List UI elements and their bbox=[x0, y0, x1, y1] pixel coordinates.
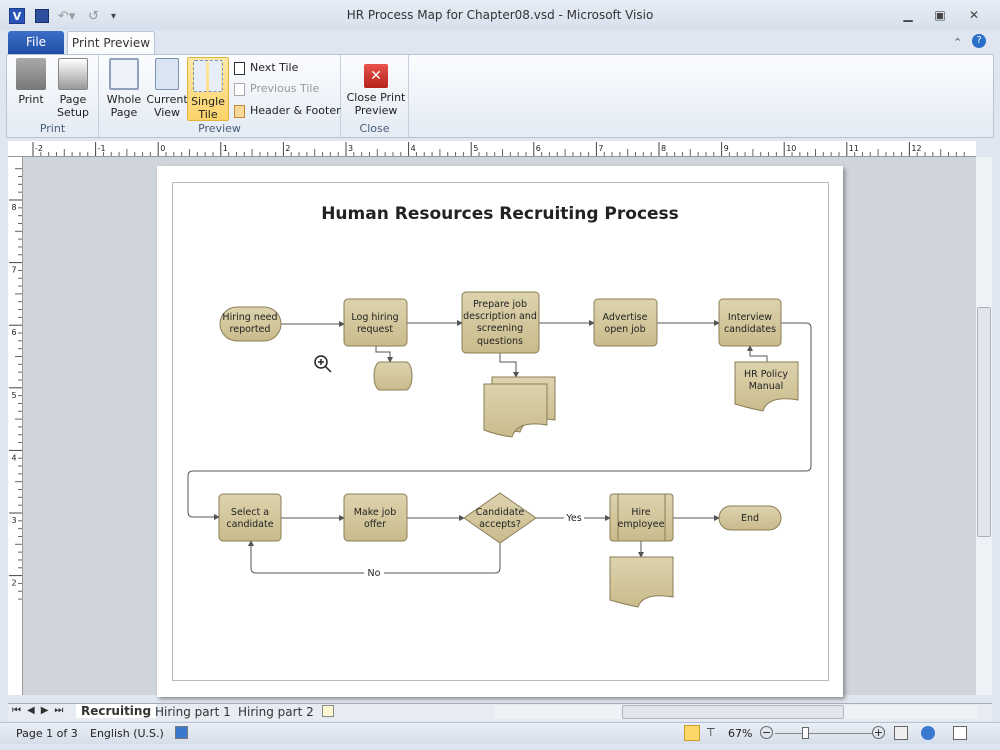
fit-page-icon[interactable] bbox=[894, 726, 908, 740]
shape-text: Log hiring bbox=[351, 312, 398, 323]
zoom-slider-thumb[interactable] bbox=[802, 727, 809, 739]
shape-text: request bbox=[357, 324, 393, 335]
shape-text: description and bbox=[463, 311, 537, 322]
zoom-slider[interactable] bbox=[775, 733, 873, 734]
yes-label: Yes bbox=[565, 513, 581, 524]
horizontal-scroll-thumb[interactable] bbox=[622, 705, 844, 719]
ruler-label: 10 bbox=[786, 144, 796, 153]
shape-text: accepts? bbox=[479, 519, 521, 530]
ruler-label: 8 bbox=[661, 144, 666, 153]
ruler-label: 5 bbox=[11, 391, 16, 400]
ruler-label: 12 bbox=[911, 144, 921, 153]
decision-candidate-accepts[interactable] bbox=[463, 492, 537, 544]
connector bbox=[747, 345, 768, 362]
sheet-tab-hiring-part-2[interactable]: Hiring part 2 bbox=[238, 705, 314, 719]
pan-zoom-icon[interactable] bbox=[921, 726, 935, 740]
connector bbox=[499, 353, 519, 378]
shape-text: End bbox=[741, 513, 759, 524]
shape-text: questions bbox=[477, 336, 523, 347]
ruler-label: 6 bbox=[11, 328, 16, 337]
full-screen-icon[interactable] bbox=[684, 725, 700, 741]
presentation-mode-icon[interactable]: ⊤ bbox=[706, 726, 716, 739]
diagram-title: Human Resources Recruiting Process bbox=[321, 204, 679, 224]
sheet-tab-recruiting[interactable]: Recruiting bbox=[76, 704, 157, 718]
ruler-label: 1 bbox=[223, 144, 228, 153]
multi-document-shape[interactable] bbox=[483, 383, 548, 438]
shape-text: open job bbox=[604, 324, 645, 335]
ruler-label: 7 bbox=[598, 144, 603, 153]
language-indicator[interactable]: English (U.S.) bbox=[90, 727, 164, 740]
shape-text: offer bbox=[364, 519, 386, 530]
insert-page-icon[interactable] bbox=[322, 705, 334, 717]
ruler-label: 11 bbox=[849, 144, 859, 153]
ruler-label: 0 bbox=[160, 144, 165, 153]
ruler-label: -1 bbox=[98, 144, 106, 153]
diagram: Human Resources Recruiting Process Hirin… bbox=[9, 142, 965, 608]
ruler-label: 2 bbox=[285, 144, 290, 153]
no-label: No bbox=[368, 568, 381, 579]
zoom-out-button[interactable]: − bbox=[760, 726, 773, 739]
shape-text: reported bbox=[230, 324, 271, 335]
ruler-label: 9 bbox=[724, 144, 729, 153]
shape-text: Candidate bbox=[476, 507, 525, 518]
ruler-label: 3 bbox=[348, 144, 353, 153]
document-shape-hire[interactable] bbox=[609, 556, 674, 608]
ruler-label: -2 bbox=[35, 144, 43, 153]
shape-text: Make job bbox=[354, 507, 397, 518]
shape-text: Prepare job bbox=[473, 299, 527, 310]
connector bbox=[375, 346, 393, 363]
shape-text: screening bbox=[477, 323, 523, 334]
shape-text: Select a bbox=[231, 507, 269, 518]
zoom-in-button[interactable]: + bbox=[872, 726, 885, 739]
ruler-label: 2 bbox=[11, 579, 16, 588]
shape-text: employee bbox=[618, 519, 665, 530]
page-indicator[interactable]: Page 1 of 3 bbox=[16, 727, 78, 740]
stored-data-shape[interactable] bbox=[373, 361, 413, 391]
shape-text: Advertise bbox=[603, 312, 648, 323]
sheet-tab-hiring-part-1[interactable]: Hiring part 1 bbox=[155, 705, 231, 719]
macro-icon[interactable] bbox=[175, 726, 188, 739]
ruler-label: 4 bbox=[11, 453, 16, 462]
switch-windows-icon[interactable] bbox=[953, 726, 967, 740]
shape-text: Manual bbox=[749, 381, 784, 392]
ruler-label: 6 bbox=[536, 144, 541, 153]
shape-text: candidate bbox=[226, 519, 273, 530]
ruler-label: 3 bbox=[11, 516, 16, 525]
ruler-label: 8 bbox=[11, 203, 16, 212]
shape-text: Hiring need bbox=[222, 312, 277, 323]
ruler-label: 7 bbox=[11, 266, 16, 275]
shape-text: Hire bbox=[631, 507, 650, 518]
shape-text: candidates bbox=[724, 324, 776, 335]
zoom-cursor-icon bbox=[314, 355, 332, 373]
sheet-navigation-buttons[interactable]: ⏮◀▶⏭ bbox=[12, 705, 69, 716]
status-bar: Page 1 of 3 English (U.S.) ⊤ 67% − + bbox=[0, 722, 1000, 744]
ruler-label: 5 bbox=[473, 144, 478, 153]
ruler-label: 4 bbox=[411, 144, 416, 153]
zoom-level[interactable]: 67% bbox=[728, 727, 752, 740]
shape-text: HR Policy bbox=[744, 369, 788, 380]
shape-text: Interview bbox=[728, 312, 772, 323]
